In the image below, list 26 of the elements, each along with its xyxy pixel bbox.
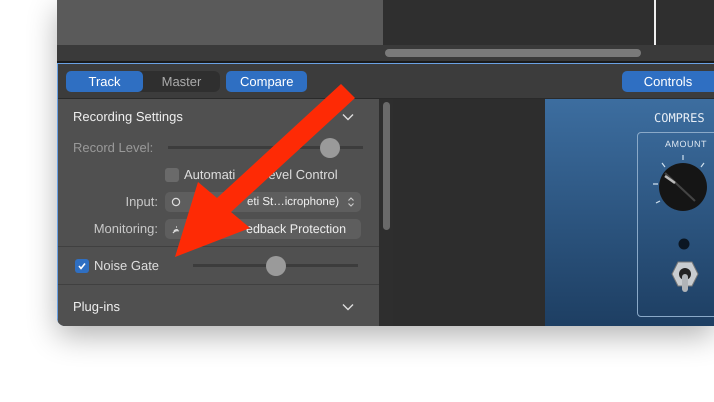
tab[interactable]: Master: [143, 70, 220, 92]
field-label: Input:: [124, 194, 158, 209]
field-label: Monitoring:: [92, 221, 158, 236]
knob-label: AMOUNT: [665, 139, 707, 149]
checkbox[interactable]: [165, 168, 179, 182]
chevron-icon[interactable]: [342, 112, 354, 120]
monitoring-icon: [171, 224, 181, 234]
scrollbar-thumb[interactable]: [385, 49, 641, 57]
updown-chevron-icon: [347, 196, 355, 208]
checkbox[interactable]: [75, 258, 89, 272]
led-icon: [678, 238, 690, 250]
controls-button[interactable]: Controls: [622, 70, 714, 92]
compare-button[interactable]: Compare: [226, 70, 308, 92]
circle-icon: [171, 196, 181, 206]
chevron-icon[interactable]: [342, 302, 354, 310]
tab[interactable]: Track: [66, 70, 143, 92]
checkmark-icon: [77, 260, 87, 270]
slider-thumb[interactable]: [266, 256, 286, 276]
slider-thumb[interactable]: [320, 138, 340, 158]
scrollbar-thumb[interactable]: [383, 102, 390, 230]
checkbox-label: Automati: [184, 167, 236, 182]
checkbox-label: Noise Gate: [94, 258, 160, 273]
field-label: Record Level:: [73, 140, 154, 155]
section-title: Plug-ins: [73, 299, 120, 314]
section-title: Recording Settings: [73, 109, 183, 124]
plugin-title: COMPRES: [654, 111, 705, 125]
